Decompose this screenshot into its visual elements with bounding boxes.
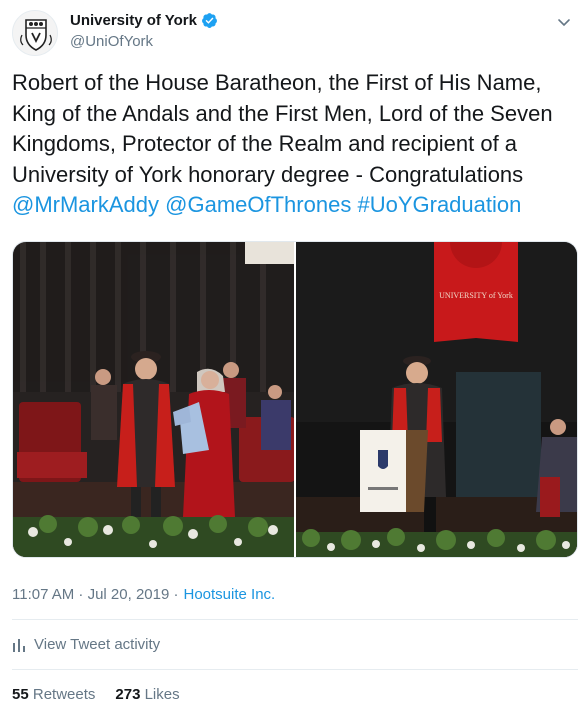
account-name-text[interactable]: University of York [70, 12, 197, 29]
likes-label: Likes [144, 686, 180, 703]
mention-gameofthrones[interactable]: @GameOfThrones [165, 192, 351, 217]
account-handle[interactable]: @UniOfYork [70, 33, 153, 50]
tweet-source[interactable]: Hootsuite Inc. [184, 586, 276, 603]
tweet-header: University of York @UniOfYork [12, 10, 572, 56]
divider [12, 619, 578, 620]
photo-lectern-image: UNIVERSITY of York [296, 242, 577, 557]
divider [12, 669, 578, 670]
tweet-media[interactable]: UNIVERSITY of York [12, 241, 578, 558]
retweets-stat[interactable]: 55 Retweets [12, 686, 95, 703]
view-tweet-activity[interactable]: View Tweet activity [12, 636, 160, 653]
photo-ceremony-handshake[interactable] [13, 242, 294, 557]
retweets-count: 55 [12, 686, 29, 703]
tweet-meta: 11:07 AM · Jul 20, 2019 · Hootsuite Inc. [12, 586, 275, 603]
view-tweet-activity-label[interactable]: View Tweet activity [34, 636, 160, 653]
mention-mrmarkaddy[interactable]: @MrMarkAddy [12, 192, 159, 217]
tweet-body: Robert of the House Baratheon, the First… [12, 70, 553, 187]
retweets-label: Retweets [32, 686, 96, 703]
verified-badge-icon [202, 13, 217, 28]
avatar[interactable] [12, 10, 58, 56]
photo-ceremony-lectern[interactable]: UNIVERSITY of York [296, 242, 577, 557]
tweet-stats: 55 Retweets 273 Likes [12, 686, 180, 703]
photo-handshake-image [13, 242, 294, 557]
bar-chart-icon [13, 638, 25, 652]
hashtag-uoygraduation[interactable]: #UoYGraduation [357, 192, 521, 217]
tweet-text: Robert of the House Baratheon, the First… [12, 68, 578, 221]
account-name[interactable]: University of York [70, 12, 218, 29]
likes-count: 273 [115, 686, 141, 703]
likes-stat[interactable]: 273 Likes [115, 686, 179, 703]
banner-text: UNIVERSITY of York [439, 291, 513, 300]
tweet-timestamp[interactable]: 11:07 AM · Jul 20, 2019 · [12, 586, 179, 603]
university-crest-icon [13, 11, 57, 55]
chevron-down-icon[interactable] [556, 14, 572, 30]
